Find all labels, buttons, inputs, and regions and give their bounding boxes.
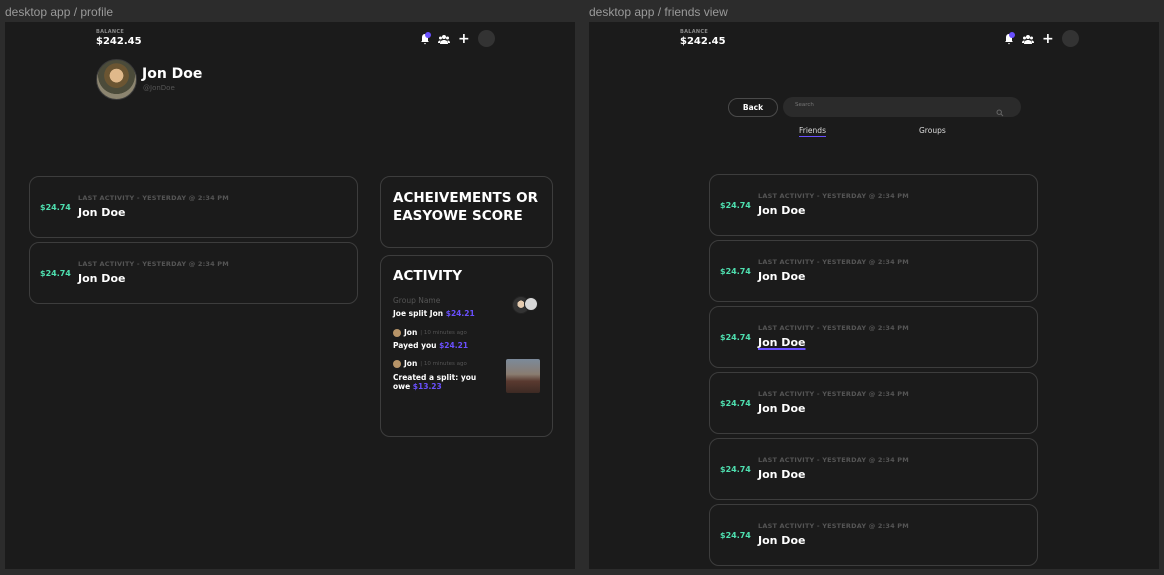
search-bar xyxy=(783,97,1021,117)
bell-icon[interactable] xyxy=(1004,31,1015,45)
activity-amount: $24.21 xyxy=(445,309,475,318)
search-icon[interactable] xyxy=(996,102,1004,117)
activity-meta-2: Jon | 10 minutes ago xyxy=(393,328,467,337)
avatar xyxy=(524,297,538,311)
activity-meta-3: Jon | 10 minutes ago xyxy=(393,359,467,368)
last-activity: LAST ACTIVITY - YESTERDAY @ 2:34 PM xyxy=(758,390,909,398)
frame-label-profile: desktop app / profile xyxy=(5,5,114,19)
amount: $24.74 xyxy=(720,201,751,210)
profile-handle: @JonDoe xyxy=(143,84,175,92)
people-icon[interactable] xyxy=(1022,34,1034,44)
balance-value: $242.45 xyxy=(96,36,142,47)
search-input[interactable] xyxy=(795,102,985,108)
plus-icon[interactable]: + xyxy=(458,32,470,46)
last-activity: LAST ACTIVITY - YESTERDAY @ 2:34 PM xyxy=(758,258,909,266)
friends-view-frame: BALANCE $242.45 + Back Friends Groups $2… xyxy=(589,22,1159,569)
last-activity: LAST ACTIVITY - YESTERDAY @ 2:34 PM xyxy=(758,192,909,200)
frame-label-friends: desktop app / friends view xyxy=(589,5,728,19)
achievements-card: ACHEIVEMENTS OR EASYOWE SCORE xyxy=(380,176,553,248)
friend-row[interactable]: $24.74 LAST ACTIVITY - YESTERDAY @ 2:34 … xyxy=(709,306,1038,368)
achievements-title: ACHEIVEMENTS OR EASYOWE SCORE xyxy=(393,190,539,224)
activity-time: | 10 minutes ago xyxy=(420,360,467,367)
profile-name: Jon Doe xyxy=(142,66,203,82)
balance-label: BALANCE xyxy=(680,29,709,35)
activity-title: ACTIVITY xyxy=(393,268,463,284)
last-activity: LAST ACTIVITY - YESTERDAY @ 2:34 PM xyxy=(758,522,909,530)
contact-name: Jon Doe xyxy=(78,272,126,285)
amount: $24.74 xyxy=(720,531,751,540)
friend-row[interactable]: $24.74 LAST ACTIVITY - YESTERDAY @ 2:34 … xyxy=(709,240,1038,302)
avatar xyxy=(393,359,401,368)
avatar xyxy=(393,328,401,337)
balance: BALANCE $242.45 xyxy=(680,29,726,47)
amount: $24.74 xyxy=(40,203,71,212)
last-activity: LAST ACTIVITY - YESTERDAY @ 2:34 PM xyxy=(78,260,229,268)
activity-time: | 10 minutes ago xyxy=(420,329,467,336)
friend-name: Jon Doe xyxy=(758,204,806,217)
list-item[interactable]: $24.74 LAST ACTIVITY - YESTERDAY @ 2:34 … xyxy=(29,242,358,304)
top-icons: + xyxy=(1004,30,1079,47)
friend-row[interactable]: $24.74 LAST ACTIVITY - YESTERDAY @ 2:34 … xyxy=(709,174,1038,236)
people-icon[interactable] xyxy=(438,34,450,44)
friend-row[interactable]: $24.74 LAST ACTIVITY - YESTERDAY @ 2:34 … xyxy=(709,372,1038,434)
profile-avatar xyxy=(96,59,137,100)
amount: $24.74 xyxy=(40,269,71,278)
activity-text: Joe split Jon xyxy=(393,309,444,318)
activity-text: Created a split: you xyxy=(393,373,477,382)
friend-name: Jon Doe xyxy=(758,468,806,481)
amount: $24.74 xyxy=(720,333,751,342)
group-avatars xyxy=(512,296,540,316)
friend-name: Jon Doe xyxy=(758,534,806,547)
back-button[interactable]: Back xyxy=(728,98,778,117)
activity-text: Payed you xyxy=(393,341,437,350)
group-name: Group Name xyxy=(393,296,441,305)
amount: $24.74 xyxy=(720,399,751,408)
last-activity: LAST ACTIVITY - YESTERDAY @ 2:34 PM xyxy=(78,194,229,202)
friend-name: Jon Doe xyxy=(758,402,806,415)
top-icons: + xyxy=(420,30,495,47)
last-activity: LAST ACTIVITY - YESTERDAY @ 2:34 PM xyxy=(758,324,909,332)
friend-row[interactable]: $24.74 LAST ACTIVITY - YESTERDAY @ 2:34 … xyxy=(709,504,1038,566)
activity-item-3: Created a split: you owe $13.23 xyxy=(393,373,476,391)
amount: $24.74 xyxy=(720,267,751,276)
friend-row[interactable]: $24.74 LAST ACTIVITY - YESTERDAY @ 2:34 … xyxy=(709,438,1038,500)
split-photo-thumbnail[interactable] xyxy=(506,359,540,393)
avatar-icon[interactable] xyxy=(1061,30,1079,47)
plus-icon[interactable]: + xyxy=(1042,32,1054,46)
activity-item-1: Joe split Jon $24.21 xyxy=(393,309,475,318)
profile-frame: BALANCE $242.45 + Jon Doe @JonDoe $24.74… xyxy=(5,22,575,569)
last-activity: LAST ACTIVITY - YESTERDAY @ 2:34 PM xyxy=(758,456,909,464)
tab-groups[interactable]: Groups xyxy=(919,126,946,135)
bell-icon[interactable] xyxy=(420,31,431,45)
friend-name: Jon Doe xyxy=(758,270,806,283)
list-item[interactable]: $24.74 LAST ACTIVITY - YESTERDAY @ 2:34 … xyxy=(29,176,358,238)
balance: BALANCE $242.45 xyxy=(96,29,142,47)
activity-card: ACTIVITY Group Name Joe split Jon $24.21… xyxy=(380,255,553,437)
activity-amount: $24.21 xyxy=(439,341,469,350)
activity-amount: $13.23 xyxy=(412,382,442,391)
notification-dot xyxy=(1009,31,1015,38)
notification-dot xyxy=(425,31,431,38)
amount: $24.74 xyxy=(720,465,751,474)
activity-item-2: Payed you $24.21 xyxy=(393,341,468,350)
activity-user: Jon xyxy=(404,359,418,368)
friend-name[interactable]: Jon Doe xyxy=(758,336,805,349)
activity-user: Jon xyxy=(404,328,418,337)
contact-name: Jon Doe xyxy=(78,206,126,219)
avatar-icon[interactable] xyxy=(477,30,495,47)
tab-friends[interactable]: Friends xyxy=(799,126,826,137)
activity-text: owe xyxy=(393,382,411,391)
balance-label: BALANCE xyxy=(96,29,125,35)
balance-value: $242.45 xyxy=(680,36,726,47)
